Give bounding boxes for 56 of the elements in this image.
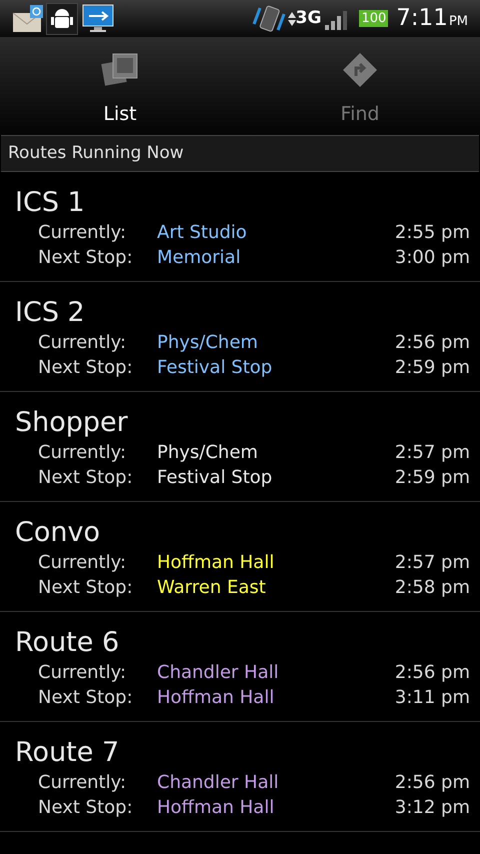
stop-time: 2:59 pm: [394, 466, 470, 490]
clock-time: 7:11: [396, 7, 448, 30]
stop-name: Phys/Chem: [157, 331, 259, 355]
stop-name: Chandler Hall: [157, 661, 280, 685]
stop-label: Currently:: [38, 221, 128, 245]
stop-label: Currently:: [38, 661, 128, 685]
stop-label: Currently:: [38, 551, 128, 575]
route-name: Shopper: [15, 406, 129, 440]
stop-name: Festival Stop: [157, 356, 274, 380]
stop-time: 2:56 pm: [394, 331, 470, 355]
stop-label: Next Stop:: [38, 576, 134, 600]
email-icon[interactable]: [12, 4, 44, 32]
stop-time: 2:57 pm: [394, 441, 470, 465]
stop-time: 2:57 pm: [394, 551, 470, 575]
stop-name: Memorial: [157, 246, 242, 270]
usb-monitor-icon[interactable]: [82, 4, 114, 34]
stop-time: 2:59 pm: [394, 356, 470, 380]
clock-period: PM: [448, 15, 468, 28]
stop-time: 2:55 pm: [394, 221, 470, 245]
photos-icon: [101, 52, 139, 88]
stop-name: Festival Stop: [157, 466, 274, 490]
vibrate-icon: [252, 4, 286, 34]
data-arrows-icon: [288, 12, 296, 26]
network-type: 3G: [296, 10, 322, 27]
stop-name: Art Studio: [157, 221, 248, 245]
route-name: Route 7: [15, 736, 120, 770]
stop-name: Hoffman Hall: [157, 796, 276, 820]
battery-level: 100: [359, 10, 388, 27]
route-name: Convo: [15, 516, 101, 550]
stop-label: Next Stop:: [38, 356, 134, 380]
stop-label: Next Stop:: [38, 466, 134, 490]
stop-name: Chandler Hall: [157, 771, 280, 795]
stop-label: Next Stop:: [38, 246, 134, 270]
stop-name: Phys/Chem: [157, 441, 259, 465]
stop-label: Next Stop:: [38, 686, 134, 710]
stop-time: 3:12 pm: [394, 796, 470, 820]
stop-name: Warren East: [157, 576, 267, 600]
stop-name: Hoffman Hall: [157, 686, 276, 710]
tab[interactable]: Find: [240, 37, 480, 135]
stop-label: Currently:: [38, 441, 128, 465]
stop-time: 2:58 pm: [394, 576, 470, 600]
stop-label: Currently:: [38, 771, 128, 795]
stop-time: 2:56 pm: [394, 661, 470, 685]
stop-time: 2:56 pm: [394, 771, 470, 795]
route-name: ICS 2: [15, 296, 86, 330]
tab[interactable]: List: [0, 37, 240, 135]
stop-time: 3:00 pm: [394, 246, 470, 270]
stop-label: Next Stop:: [38, 796, 134, 820]
stop-time: 3:11 pm: [394, 686, 470, 710]
stop-name: Hoffman Hall: [157, 551, 276, 575]
route-name: Route 6: [15, 626, 120, 660]
turn-sign-icon: [342, 52, 378, 88]
stop-label: Currently:: [38, 331, 128, 355]
android-notification-icon[interactable]: [46, 2, 78, 34]
route-name: ICS 1: [15, 186, 86, 220]
section-header: Routes Running Now: [8, 142, 184, 165]
